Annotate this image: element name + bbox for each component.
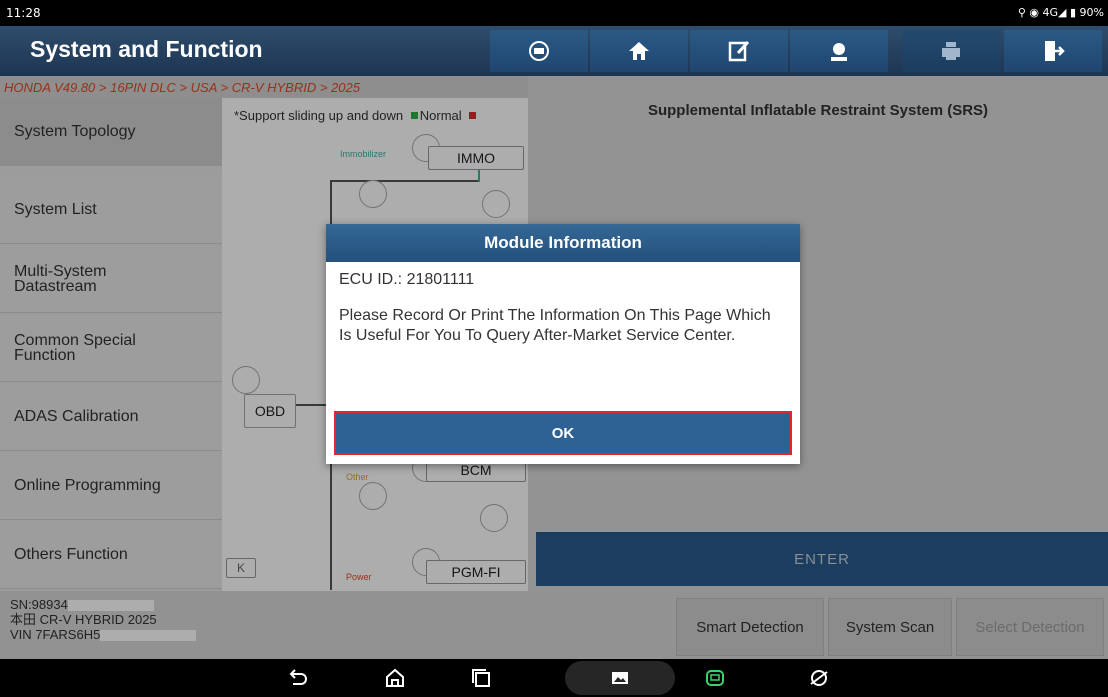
recents-icon[interactable] (470, 667, 492, 689)
exit-icon (1045, 41, 1065, 61)
page-title: System and Function (30, 36, 263, 62)
report-icon (728, 40, 750, 62)
gallery-pill[interactable] (565, 661, 675, 695)
vci-button[interactable] (490, 30, 588, 72)
exit-button[interactable] (1004, 30, 1102, 72)
status-indicators: ⚲ ◉ 4G◢ ▮ 90% (1017, 6, 1104, 19)
dialog-body: ECU ID.: 21801111 Please Record Or Print… (326, 262, 800, 346)
gallery-icon (612, 672, 628, 684)
status-bar: 11:28 ⚲ ◉ 4G◢ ▮ 90% (0, 0, 1108, 26)
home-icon (629, 42, 649, 60)
android-nav-bar (0, 659, 1108, 697)
back-icon[interactable] (286, 667, 308, 689)
report-button[interactable] (690, 30, 788, 72)
home-nav-icon[interactable] (384, 667, 406, 689)
dialog-message: Please Record Or Print The Information O… (339, 307, 771, 344)
vci-app-icon[interactable] (704, 667, 726, 689)
app-header: System and Function (0, 26, 1108, 76)
print-icon (942, 42, 960, 60)
print-button[interactable] (902, 30, 1000, 72)
status-time: 11:28 (6, 6, 41, 20)
support-button[interactable] (790, 30, 888, 72)
browser-icon[interactable] (808, 667, 830, 689)
home-button[interactable] (590, 30, 688, 72)
support-icon (831, 43, 847, 61)
vci-icon (529, 41, 549, 61)
module-information-dialog: Module Information ECU ID.: 21801111 Ple… (326, 224, 800, 464)
ecu-id-text: ECU ID.: 21801111 (339, 271, 475, 288)
ok-button[interactable]: OK (334, 411, 792, 455)
dialog-title: Module Information (326, 224, 800, 262)
